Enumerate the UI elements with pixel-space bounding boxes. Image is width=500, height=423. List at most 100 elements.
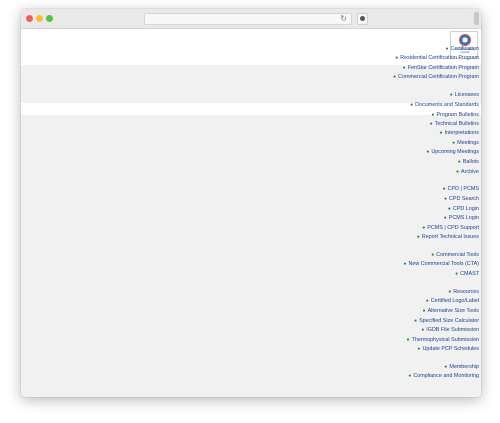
menu-item[interactable]: ● Commercial Certification Program (393, 74, 479, 81)
bullet-icon: ● (410, 102, 414, 108)
bullet-icon: ● (457, 159, 461, 165)
menu-item[interactable]: ● Licensees (450, 92, 479, 99)
menu-item-label: Resources (453, 289, 479, 295)
menu-item[interactable]: ● Update PCP Schedules (417, 346, 479, 353)
menu-item-label: Meetings (457, 140, 479, 146)
menu-item[interactable]: ● Membership (444, 364, 479, 371)
menu-item-label: PCMS Login (448, 215, 479, 221)
menu-item-label: Licensees (454, 92, 479, 98)
menu-item[interactable]: ● Interpretations (440, 130, 480, 137)
menu-item-label: Specified Size Calculator (419, 318, 479, 324)
browser-window: ↻ Cool Roof Rating Council ● Certificatio… (21, 9, 481, 397)
menu-item[interactable]: ● Upcoming Meetings (426, 149, 479, 156)
bullet-icon: ● (448, 289, 452, 295)
menu-item[interactable]: ● PCMS Login (444, 215, 479, 222)
menu-item[interactable]: ● Certification (446, 46, 480, 53)
bullet-icon: ● (414, 318, 418, 324)
menu-item-label: Certified Logo/Label (430, 298, 479, 304)
maximize-window-button[interactable] (46, 15, 53, 22)
menu-item[interactable]: ● Specified Size Calculator (414, 318, 479, 325)
menu-item[interactable]: ● Thermophysical Submission (407, 337, 479, 344)
bullet-icon: ● (417, 346, 421, 352)
menu-item-label: CPD Search (449, 196, 479, 202)
bullet-icon: ● (425, 298, 429, 304)
bullet-icon: ● (421, 327, 425, 333)
bullet-icon: ● (449, 92, 453, 98)
menu-item-label: FenStar Certification Program (407, 65, 479, 71)
bullet-icon: ● (431, 112, 435, 118)
navigation-menu: ● Certification ● Residential Certification… (21, 30, 481, 397)
menu-item-label: IGDB File Submission (426, 327, 479, 333)
address-bar[interactable]: ↻ (144, 13, 352, 25)
menu-item-label: Membership (449, 364, 479, 370)
menu-item[interactable]: ● Commercial Tools (431, 252, 479, 259)
bullet-icon: ● (429, 121, 433, 127)
reload-icon[interactable]: ↻ (340, 13, 347, 25)
menu-item[interactable]: ● Program Bulletins (431, 112, 479, 119)
menu-item[interactable]: ● CMAST (455, 271, 479, 278)
bullet-icon: ● (444, 364, 448, 370)
bullet-icon: ● (455, 169, 460, 175)
bullet-icon: ● (403, 261, 407, 267)
menu-item[interactable]: ● CPD Login (448, 206, 479, 213)
bullet-icon: ● (408, 373, 412, 379)
menu-item[interactable]: ● FenStar Certification Program (403, 65, 479, 72)
menu-item[interactable]: ● Compliance and Monitoring (408, 373, 479, 380)
menu-item-label: Report Technical Issues (421, 234, 479, 240)
close-window-button[interactable] (26, 15, 33, 22)
menu-item-label: Commercial Certification Program (398, 74, 479, 80)
menu-item-label: Commercial Tools (436, 252, 479, 258)
menu-item-label: New Commercial Tools (CTA) (408, 261, 480, 267)
bullet-icon: ● (443, 215, 447, 221)
menu-item[interactable]: ● PCMS | CPD Support (422, 225, 479, 232)
bullet-icon: ● (422, 225, 426, 231)
bullet-icon: ● (444, 196, 448, 202)
menu-item[interactable]: ● Meetings (452, 140, 479, 147)
menu-item-label: Interpretations (444, 130, 479, 136)
menu-item-label: CPD Login (452, 206, 479, 212)
menu-item-label: Ballots (462, 159, 479, 165)
menu-item[interactable]: ● Report Technical Issues (417, 234, 479, 241)
bullet-icon: ● (416, 234, 420, 240)
menu-item-label: Certification (450, 46, 479, 52)
menu-item-label: Residential Certification Program (400, 55, 479, 61)
minimize-window-button[interactable] (36, 15, 43, 22)
bullet-icon: ● (402, 65, 406, 71)
menu-item-label: CMAST (460, 271, 479, 277)
bullet-icon: ● (406, 337, 410, 343)
menu-item-label: Alternative Size Tools (427, 308, 479, 314)
settings-button[interactable] (357, 13, 368, 25)
menu-item-label: Upcoming Meetings (431, 149, 479, 155)
menu-item-label: Update PCP Schedules (422, 346, 479, 352)
bullet-icon: ● (422, 308, 426, 314)
menu-item[interactable]: ● New Commercial Tools (CTA) (403, 261, 479, 268)
bullet-icon: ● (442, 186, 446, 192)
menu-item[interactable]: ● Technical Bulletins (430, 121, 479, 128)
menu-item[interactable]: ● IGDB File Submission (421, 327, 479, 334)
bullet-icon: ● (455, 271, 459, 277)
menu-item-label: Documents and Standards (415, 102, 479, 108)
menu-item[interactable]: ● Residential Certification Program (395, 55, 479, 62)
menu-item[interactable]: ● Documents and Standards (410, 102, 479, 109)
menu-item-label: PCMS | CPD Support (427, 225, 479, 231)
bullet-icon: ● (447, 206, 451, 212)
menu-item[interactable]: ● Ballots (458, 159, 479, 166)
menu-item[interactable]: ● Resources (448, 289, 479, 296)
menu-item-label: Compliance and Monitoring (413, 373, 479, 379)
bullet-icon: ● (395, 55, 399, 61)
menu-item-label: Program Bulletins (436, 112, 479, 118)
page-content: Cool Roof Rating Council ● Certification ●… (21, 30, 481, 397)
menu-item[interactable]: ● CPD Search (444, 196, 479, 203)
menu-item[interactable]: ● Certified Logo/Label (426, 298, 479, 305)
menu-item[interactable]: ● Alternative Size Tools (423, 308, 479, 315)
browser-titlebar: ↻ (21, 9, 481, 29)
bullet-icon: ● (452, 140, 456, 146)
scrollbar-thumb[interactable] (474, 12, 479, 25)
menu-item-label: Technical Bulletins (434, 121, 479, 127)
menu-item-label: Archive (461, 169, 479, 175)
menu-item-label: Thermophysical Submission (411, 337, 479, 343)
menu-item[interactable]: ● Archive (456, 169, 479, 176)
bullet-icon: ● (439, 130, 443, 136)
menu-item-label: CPD | PCMS (447, 186, 479, 192)
menu-item[interactable]: ● CPD | PCMS (443, 186, 479, 193)
